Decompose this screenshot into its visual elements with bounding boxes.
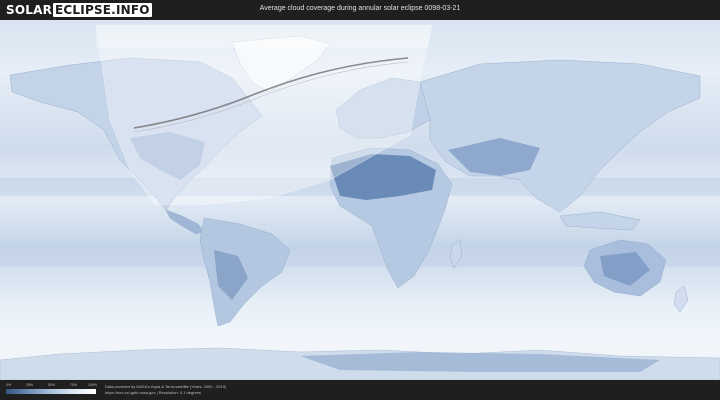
data-credit: Data provided by NASA's Aqua & Terra sat…: [105, 384, 227, 389]
eclipse-zone-north-cap: [96, 25, 432, 48]
legend-label-50: 50%: [48, 383, 56, 387]
page-title: Average cloud coverage during annular so…: [259, 5, 461, 12]
legend-label-100: 100%: [88, 383, 97, 387]
legend-label-75: 75%: [70, 383, 78, 387]
legend-label-0: 0%: [6, 383, 12, 387]
footer-bar: 0% 25% 50% 75% 100% Data provided by NAS…: [0, 380, 720, 400]
cloud-coverage-map: [0, 20, 720, 380]
header-bar: SOLAR ECLIPSE.INFO Average cloud coverag…: [0, 0, 720, 20]
data-source-link[interactable]: https://neo.sci.gsfc.nasa.gov | Resoluti…: [105, 390, 201, 395]
cloud-coverage-legend-bar: [6, 389, 96, 394]
legend-label-25: 25%: [26, 383, 34, 387]
